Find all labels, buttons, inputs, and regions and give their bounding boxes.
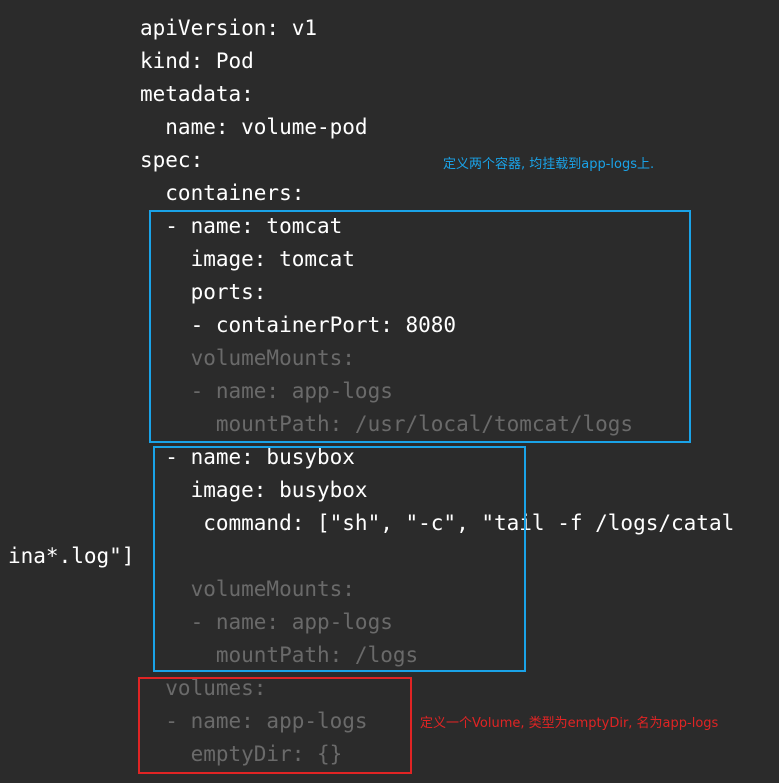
tomcat-container-highlight-box	[149, 210, 691, 443]
code-line-apiversion: apiVersion: v1	[140, 16, 318, 40]
code-line-metadata: metadata:	[140, 82, 254, 106]
volume-highlight-box	[138, 677, 412, 774]
code-line-containers: containers:	[140, 181, 305, 205]
code-line-busybox-command-wrap: ina*.log"]	[8, 544, 135, 568]
code-line-metadata-name: name: volume-pod	[140, 115, 368, 139]
code-line-kind: kind: Pod	[140, 49, 254, 73]
busybox-container-highlight-box	[153, 446, 526, 672]
containers-annotation: 定义两个容器, 均挂载到app-logs上.	[443, 157, 655, 172]
code-line-spec: spec:	[140, 148, 204, 172]
volume-annotation: 定义一个Volume, 类型为emptyDir, 名为app-logs	[420, 716, 719, 731]
